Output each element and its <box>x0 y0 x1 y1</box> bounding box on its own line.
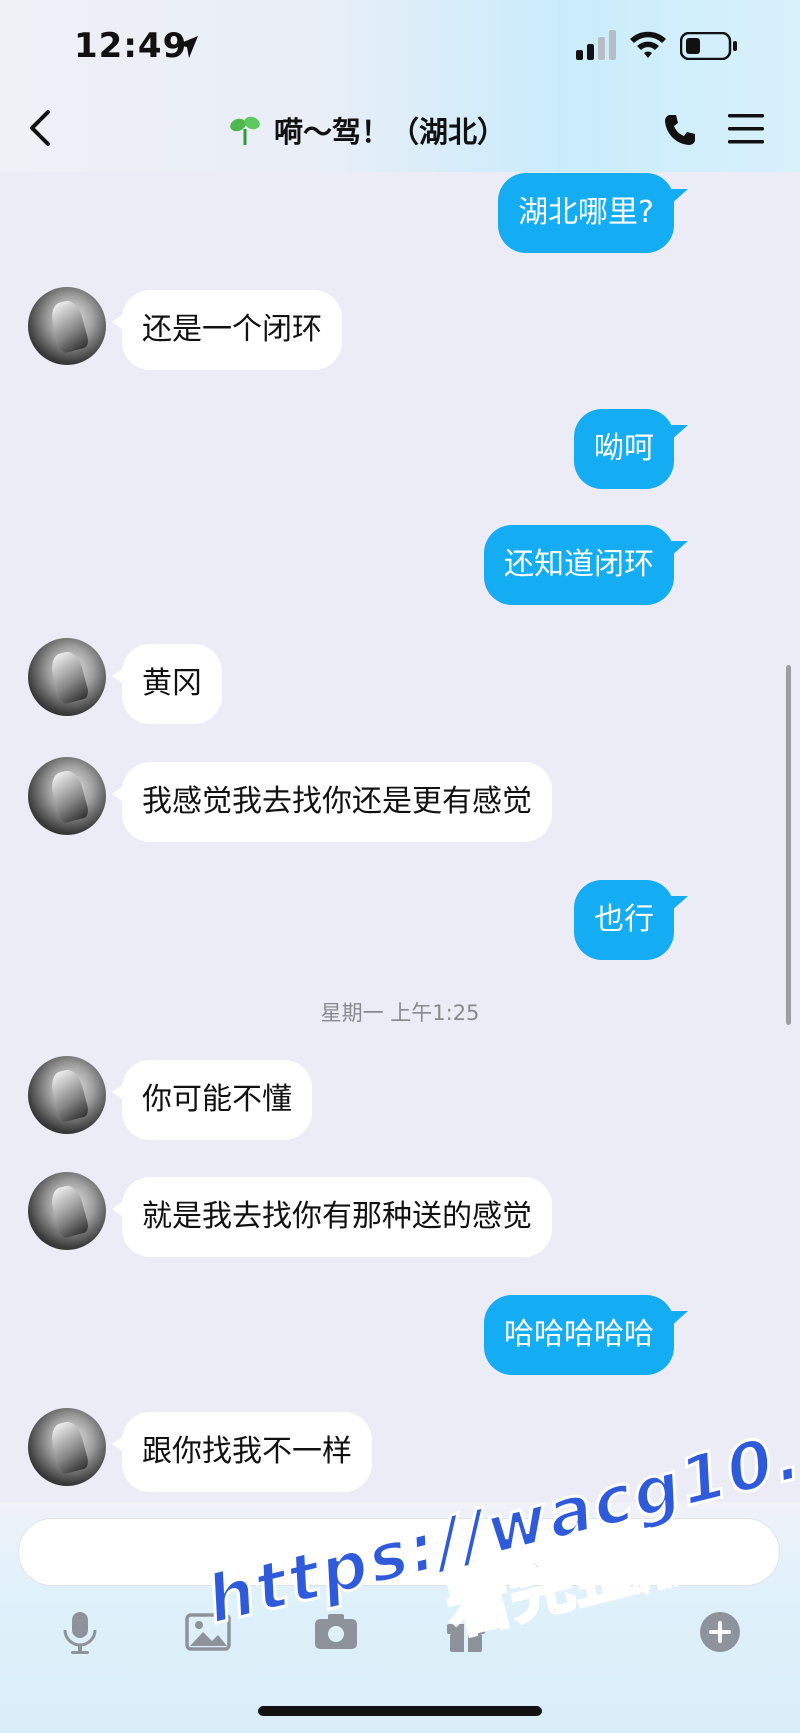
message-bubble-outgoing[interactable]: 还知道闭环 <box>484 525 688 605</box>
message-bubble-outgoing[interactable]: 哈哈哈哈哈 <box>484 1295 688 1375</box>
image-icon[interactable] <box>182 1606 234 1658</box>
chat-area[interactable]: 湖北哪里? 还是一个闭环 呦呵 还知道闭环 黄冈 我感觉我去找你还是更有感觉 也… <box>0 172 800 1502</box>
sprout-icon <box>230 116 260 145</box>
message-bubble-outgoing[interactable]: 也行 <box>574 880 688 960</box>
top-bar: 12:49 嗬～驾！（湖北） <box>0 0 800 172</box>
phone-icon[interactable] <box>662 112 698 148</box>
cellular-signal-icon <box>576 30 616 60</box>
microphone-icon[interactable] <box>54 1606 106 1658</box>
wifi-icon <box>630 31 666 58</box>
message-bubble-incoming[interactable]: 还是一个闭环 <box>112 290 342 370</box>
message-bubble-incoming[interactable]: 我感觉我去找你还是更有感觉 <box>112 762 552 842</box>
contact-avatar[interactable] <box>28 638 106 716</box>
chat-title: 嗬～驾！（湖北） <box>274 115 507 149</box>
message-bubble-incoming[interactable]: 就是我去找你有那种送的感觉 <box>112 1177 552 1257</box>
message-bubble-outgoing[interactable]: 湖北哪里? <box>498 173 688 253</box>
contact-avatar[interactable] <box>28 1408 106 1486</box>
chat-title-group[interactable]: 嗬～驾！（湖北） <box>228 108 506 152</box>
contact-avatar[interactable] <box>28 287 106 365</box>
message-bubble-outgoing[interactable]: 呦呵 <box>574 409 688 489</box>
contact-avatar[interactable] <box>28 1056 106 1134</box>
message-input[interactable] <box>18 1518 780 1586</box>
message-bubble-incoming[interactable]: 跟你找我不一样 <box>112 1412 372 1492</box>
camera-icon[interactable] <box>310 1606 362 1658</box>
message-bubble-incoming[interactable]: 你可能不懂 <box>112 1060 312 1140</box>
status-time: 12:49 <box>74 26 188 66</box>
gift-icon[interactable] <box>440 1606 492 1658</box>
input-area <box>0 1502 800 1733</box>
plus-icon[interactable] <box>694 1606 746 1658</box>
menu-icon[interactable] <box>728 112 764 146</box>
contact-avatar[interactable] <box>28 1172 106 1250</box>
contact-avatar[interactable] <box>28 757 106 835</box>
time-separator: 星期一 上午1:25 <box>320 1001 480 1025</box>
home-indicator[interactable] <box>258 1706 542 1716</box>
battery-icon <box>680 32 737 60</box>
location-arrow-icon <box>176 36 198 58</box>
message-bubble-incoming[interactable]: 黄冈 <box>112 644 222 724</box>
chat-scrollbar[interactable] <box>786 665 791 1025</box>
back-chevron-icon[interactable] <box>24 106 60 150</box>
